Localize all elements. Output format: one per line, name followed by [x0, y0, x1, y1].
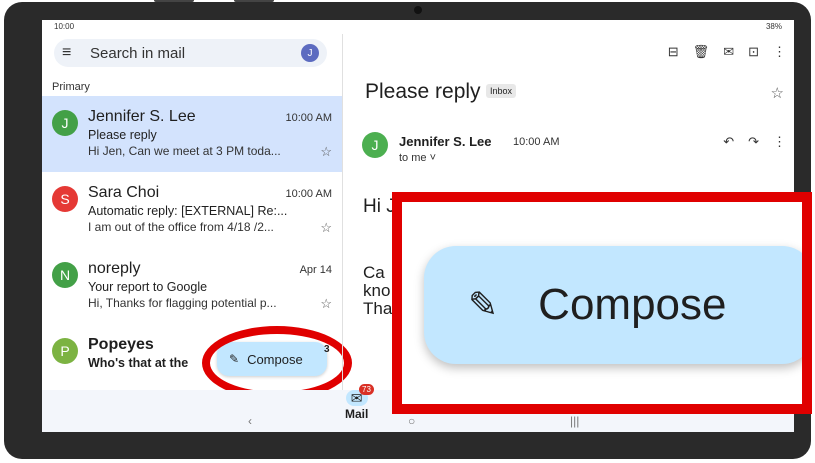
subject: Automatic reply: [EXTERNAL] Re:... [88, 204, 288, 218]
home-icon[interactable]: ○ [408, 414, 415, 428]
recents-icon[interactable]: ||| [570, 414, 579, 428]
more-icon[interactable]: ⋮ [773, 134, 786, 150]
sent-time: 10:00 AM [513, 136, 560, 148]
mail-badge: 73 [359, 384, 374, 395]
email-subject: Please reply [365, 80, 481, 103]
pencil-icon: ✎ [468, 284, 499, 325]
time: 10:00 AM [285, 188, 332, 200]
subject: Your report to Google [88, 280, 208, 294]
avatar: P [52, 338, 78, 364]
subject: Please reply [88, 128, 157, 142]
reply-icon[interactable]: ↶ [723, 134, 734, 150]
snippet: Hi, Thanks for flagging potential p... [88, 296, 277, 310]
snippet: I am out of the office from 4/18 /2... [88, 220, 274, 234]
zoomed-compose-label: Compose [538, 280, 727, 329]
sender: Jennifer S. Lee [88, 108, 196, 125]
status-bar: 10:00 38% [42, 20, 794, 34]
power-button [234, 0, 274, 2]
mail-item-noreply[interactable]: N noreply Apr 14 Your report to Google H… [42, 248, 342, 324]
account-avatar[interactable]: J [301, 44, 319, 62]
highlight-circle [202, 326, 352, 400]
zoomed-compose-button[interactable]: ✎ Compose [424, 246, 802, 364]
mark-unread-icon[interactable]: ✉ [723, 44, 734, 60]
sender-name: Jennifer S. Lee [399, 134, 492, 149]
snippet: Hi Jen, Can we meet at 3 PM toda... [88, 144, 281, 158]
time: 10:00 AM [285, 112, 332, 124]
mail-tab[interactable]: ✉ 73 Mail [345, 384, 374, 421]
mail-item-jennifer[interactable]: J Jennifer S. Lee 10:00 AM Please reply … [42, 96, 342, 172]
more-icon[interactable]: ⋮ [773, 44, 786, 60]
star-icon[interactable]: ☆ [320, 144, 332, 160]
zoom-callout: ✎ Compose [392, 192, 812, 414]
status-time: 10:00 [54, 22, 75, 31]
sender: Popeyes [88, 336, 154, 353]
mail-tab-label: Mail [345, 407, 369, 421]
avatar: S [52, 186, 78, 212]
star-icon[interactable]: ☆ [320, 296, 332, 312]
sender-avatar: J [362, 132, 388, 158]
archive-icon[interactable]: ⊟ [668, 44, 679, 60]
reader-toolbar: ⊟ 🗑 ✉ ⊡ ⋮ [668, 44, 786, 60]
star-icon[interactable]: ☆ [320, 220, 332, 236]
star-icon[interactable]: ☆ [771, 84, 784, 102]
forward-icon[interactable]: ↷ [748, 134, 759, 150]
move-icon[interactable]: ⊡ [748, 44, 759, 60]
time: Apr 14 [299, 264, 332, 276]
search-input[interactable]: Search in mail [90, 45, 301, 62]
menu-icon[interactable]: ≡ [62, 44, 82, 62]
search-bar[interactable]: ≡ Search in mail J [54, 39, 327, 67]
section-label: Primary [52, 81, 90, 93]
camera [414, 6, 422, 14]
avatar: J [52, 110, 78, 136]
message-actions: ↶ ↷ ⋮ [723, 134, 786, 150]
inbox-label-chip[interactable]: Inbox [486, 84, 517, 98]
delete-icon[interactable]: 🗑 [693, 44, 710, 60]
mail-list-pane: ≡ Search in mail J Primary J Jennifer S.… [42, 34, 352, 400]
recipient-details[interactable]: to me ˅ [399, 152, 436, 164]
sender: noreply [88, 260, 141, 277]
battery-level: 38% [765, 22, 782, 31]
sender: Sara Choi [88, 184, 160, 201]
avatar: N [52, 262, 78, 288]
volume-button [154, 0, 194, 2]
back-icon[interactable]: ‹ [248, 414, 252, 428]
mail-item-sara[interactable]: S Sara Choi 10:00 AM Automatic reply: [E… [42, 172, 342, 248]
